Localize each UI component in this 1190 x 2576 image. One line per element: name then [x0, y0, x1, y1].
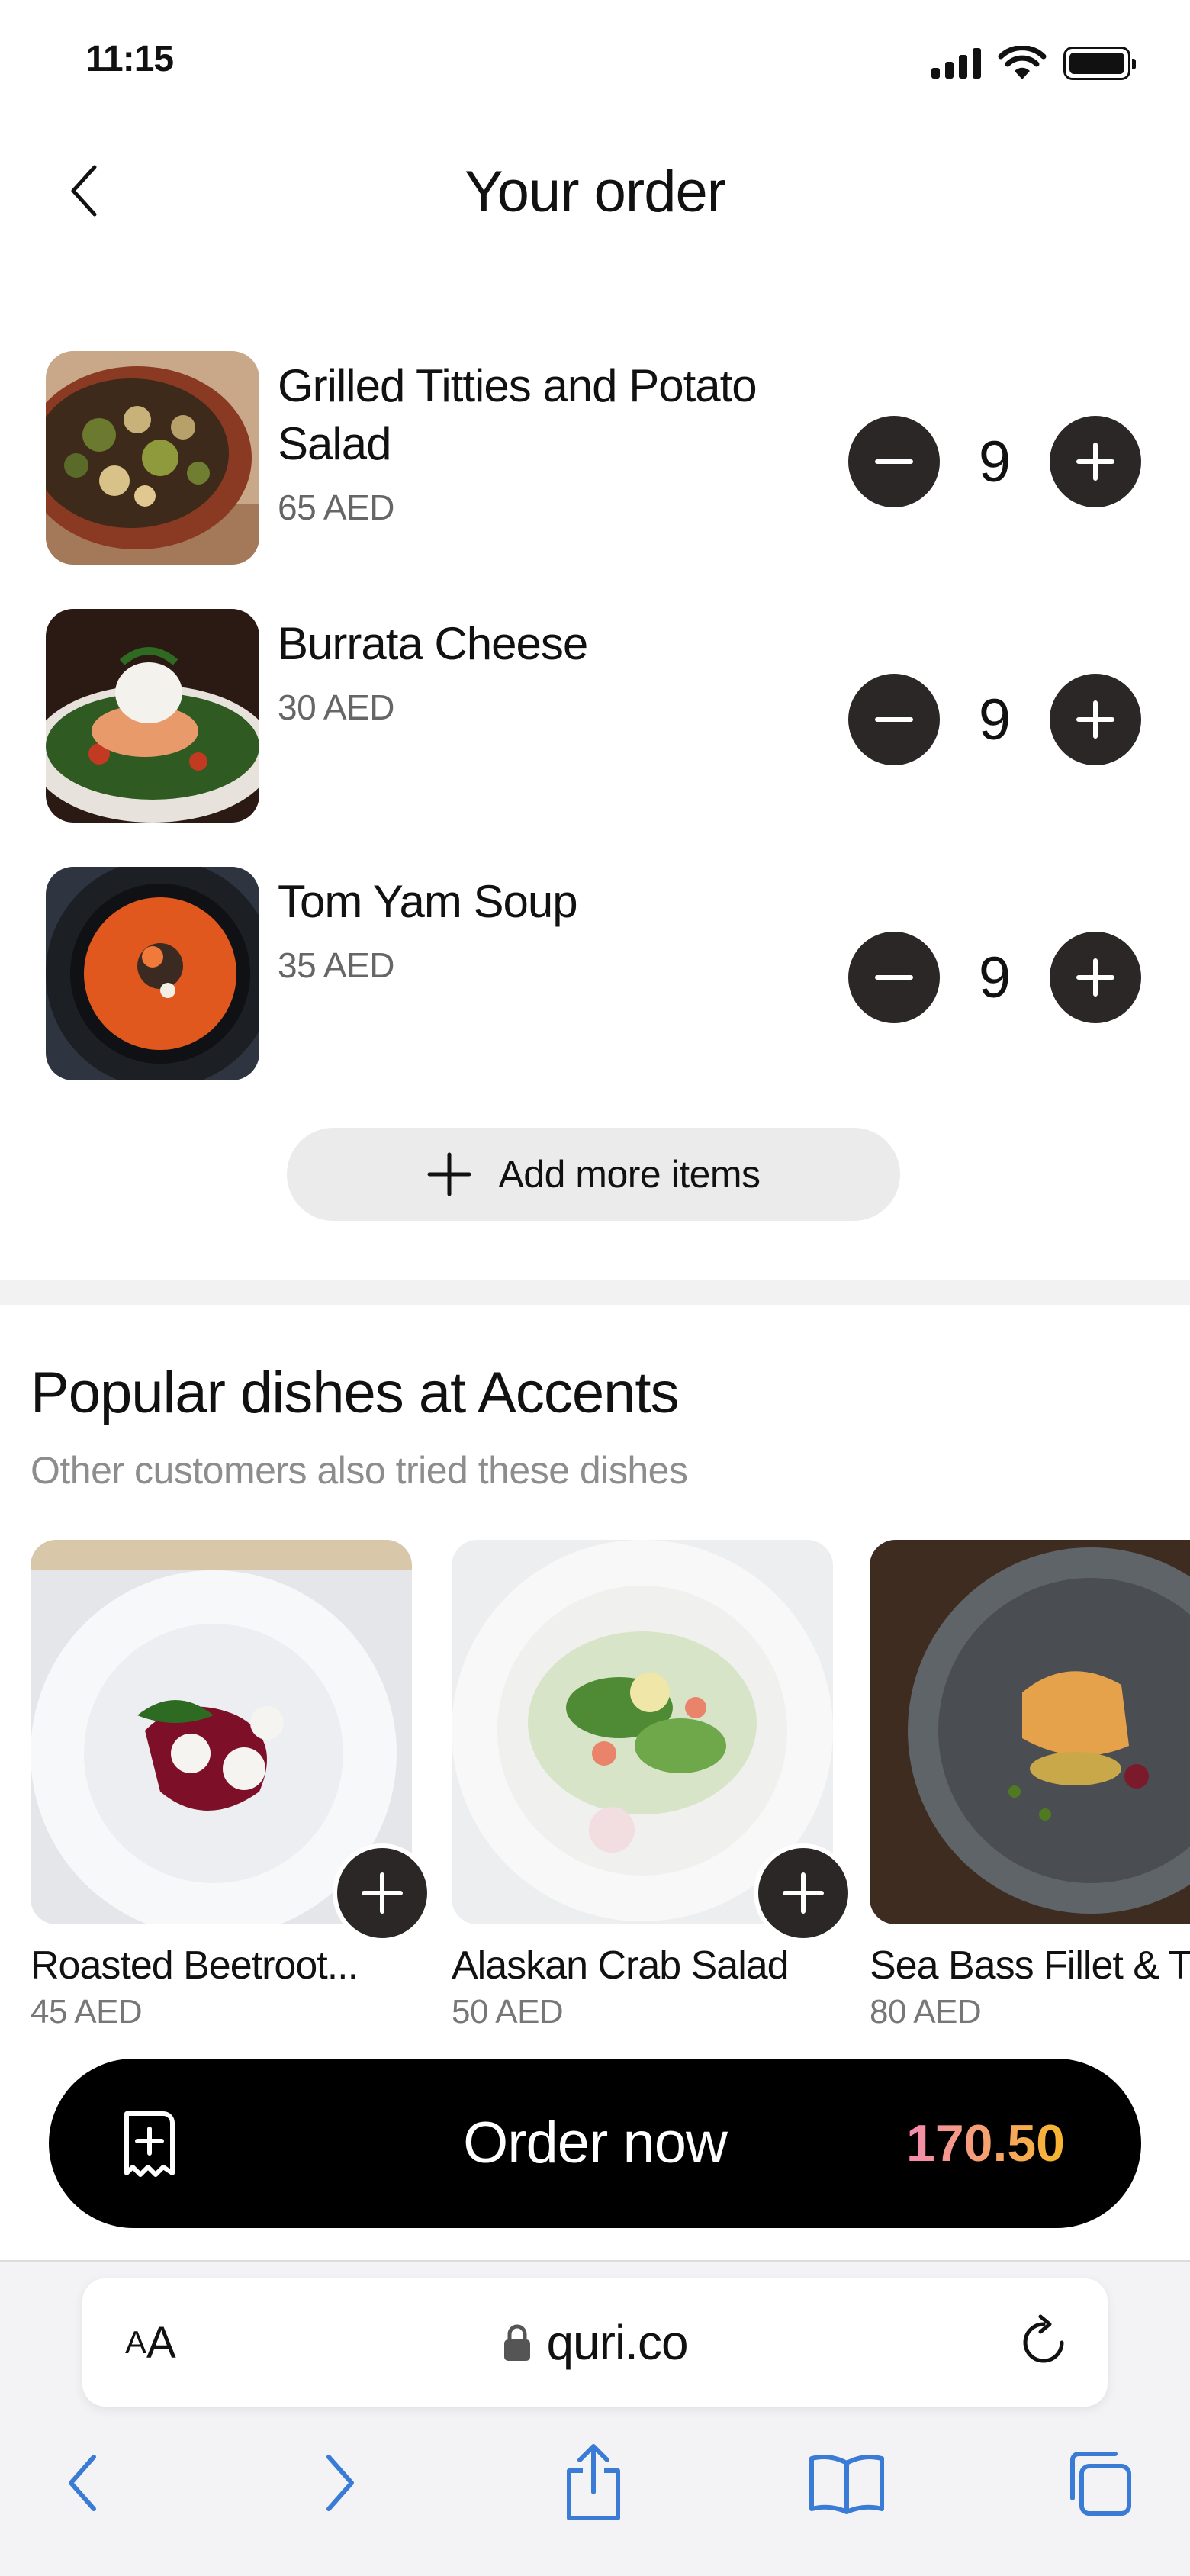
- order-item: Grilled Titties and Potato Salad 65 AED …: [0, 351, 1190, 609]
- dish-image: [870, 1540, 1190, 1924]
- minus-icon: [875, 459, 913, 464]
- tabs-button[interactable]: [1053, 2437, 1144, 2529]
- item-price: 65 AED: [278, 488, 395, 527]
- plus-icon: [427, 1152, 471, 1196]
- decrease-quantity-button[interactable]: [848, 674, 940, 765]
- lock-icon: [504, 2324, 531, 2361]
- section-divider: [0, 1280, 1190, 1305]
- browser-forward-button[interactable]: [294, 2437, 386, 2529]
- header: Your order: [0, 137, 1190, 244]
- chevron-left-icon: [69, 2455, 96, 2511]
- decrease-quantity-button[interactable]: [848, 932, 940, 1023]
- quantity-value: 9: [978, 687, 1011, 752]
- tabs-icon: [1070, 2452, 1131, 2516]
- add-more-items-button[interactable]: Add more items: [287, 1128, 900, 1221]
- order-list: Grilled Titties and Potato Salad 65 AED …: [0, 351, 1190, 1125]
- item-image: [46, 351, 259, 565]
- dish-name: Sea Bass Fillet & T: [870, 1943, 1190, 1988]
- increase-quantity-button[interactable]: [1050, 674, 1141, 765]
- browser-back-button[interactable]: [37, 2437, 128, 2529]
- order-item: Burrata Cheese 30 AED 9: [0, 609, 1190, 867]
- add-dish-button[interactable]: [333, 1843, 432, 1943]
- wifi-icon: [998, 46, 1047, 79]
- reload-icon[interactable]: [1015, 2314, 1073, 2372]
- browser-chrome: AA quri.co: [0, 2260, 1190, 2576]
- plus-icon: [1076, 443, 1114, 481]
- order-total: 170.50: [906, 2114, 1065, 2172]
- item-name: Tom Yam Soup: [278, 876, 578, 927]
- quantity-value: 9: [978, 945, 1011, 1010]
- minus-icon: [875, 717, 913, 722]
- popular-section-subtitle: Other customers also tried these dishes: [31, 1449, 688, 1492]
- cellular-signal-icon: [931, 48, 981, 79]
- order-item: Tom Yam Soup 35 AED 9: [0, 867, 1190, 1125]
- order-now-button[interactable]: Order now 170.50: [49, 2059, 1141, 2228]
- dish-card[interactable]: [870, 1540, 1190, 1924]
- url-display: quri.co: [82, 2278, 1108, 2407]
- decrease-quantity-button[interactable]: [848, 416, 940, 507]
- item-price: 30 AED: [278, 687, 395, 727]
- add-more-items-label: Add more items: [498, 1153, 761, 1196]
- item-price: 35 AED: [278, 945, 395, 985]
- dish-price: 45 AED: [31, 1993, 143, 2030]
- share-button[interactable]: [548, 2437, 639, 2529]
- minus-icon: [875, 975, 913, 980]
- book-icon: [809, 2455, 884, 2514]
- dish-name: Alaskan Crab Salad: [452, 1943, 790, 1988]
- plus-icon: [783, 1872, 824, 1914]
- chevron-right-icon: [326, 2455, 354, 2511]
- item-image: [46, 867, 259, 1080]
- bookmarks-button[interactable]: [801, 2437, 892, 2529]
- add-dish-button[interactable]: [754, 1843, 853, 1943]
- status-time: 11:15: [85, 39, 174, 79]
- page-title: Your order: [464, 159, 726, 224]
- battery-icon: [1063, 47, 1136, 80]
- status-icons: [931, 46, 1136, 81]
- plus-icon: [1076, 958, 1114, 997]
- dish-name: Roasted Beetroot...: [31, 1943, 359, 1988]
- item-name: Burrata Cheese: [278, 618, 588, 669]
- popular-section-title: Popular dishes at Accents: [31, 1360, 680, 1425]
- plus-icon: [362, 1872, 403, 1914]
- quantity-value: 9: [978, 429, 1011, 494]
- share-icon: [567, 2444, 620, 2520]
- address-bar[interactable]: AA quri.co: [82, 2278, 1108, 2407]
- dish-price: 50 AED: [452, 1993, 564, 2030]
- dish-price: 80 AED: [870, 1993, 982, 2030]
- status-bar: 11:15: [0, 0, 1190, 122]
- url-text: quri.co: [546, 2315, 688, 2370]
- plus-icon: [1076, 700, 1114, 739]
- item-name: Grilled Titties and Potato Salad: [278, 360, 757, 469]
- increase-quantity-button[interactable]: [1050, 932, 1141, 1023]
- browser-toolbar: [0, 2437, 1190, 2544]
- order-total-text: 170.50: [906, 2114, 1065, 2172]
- item-image: [46, 609, 259, 823]
- increase-quantity-button[interactable]: [1050, 416, 1141, 507]
